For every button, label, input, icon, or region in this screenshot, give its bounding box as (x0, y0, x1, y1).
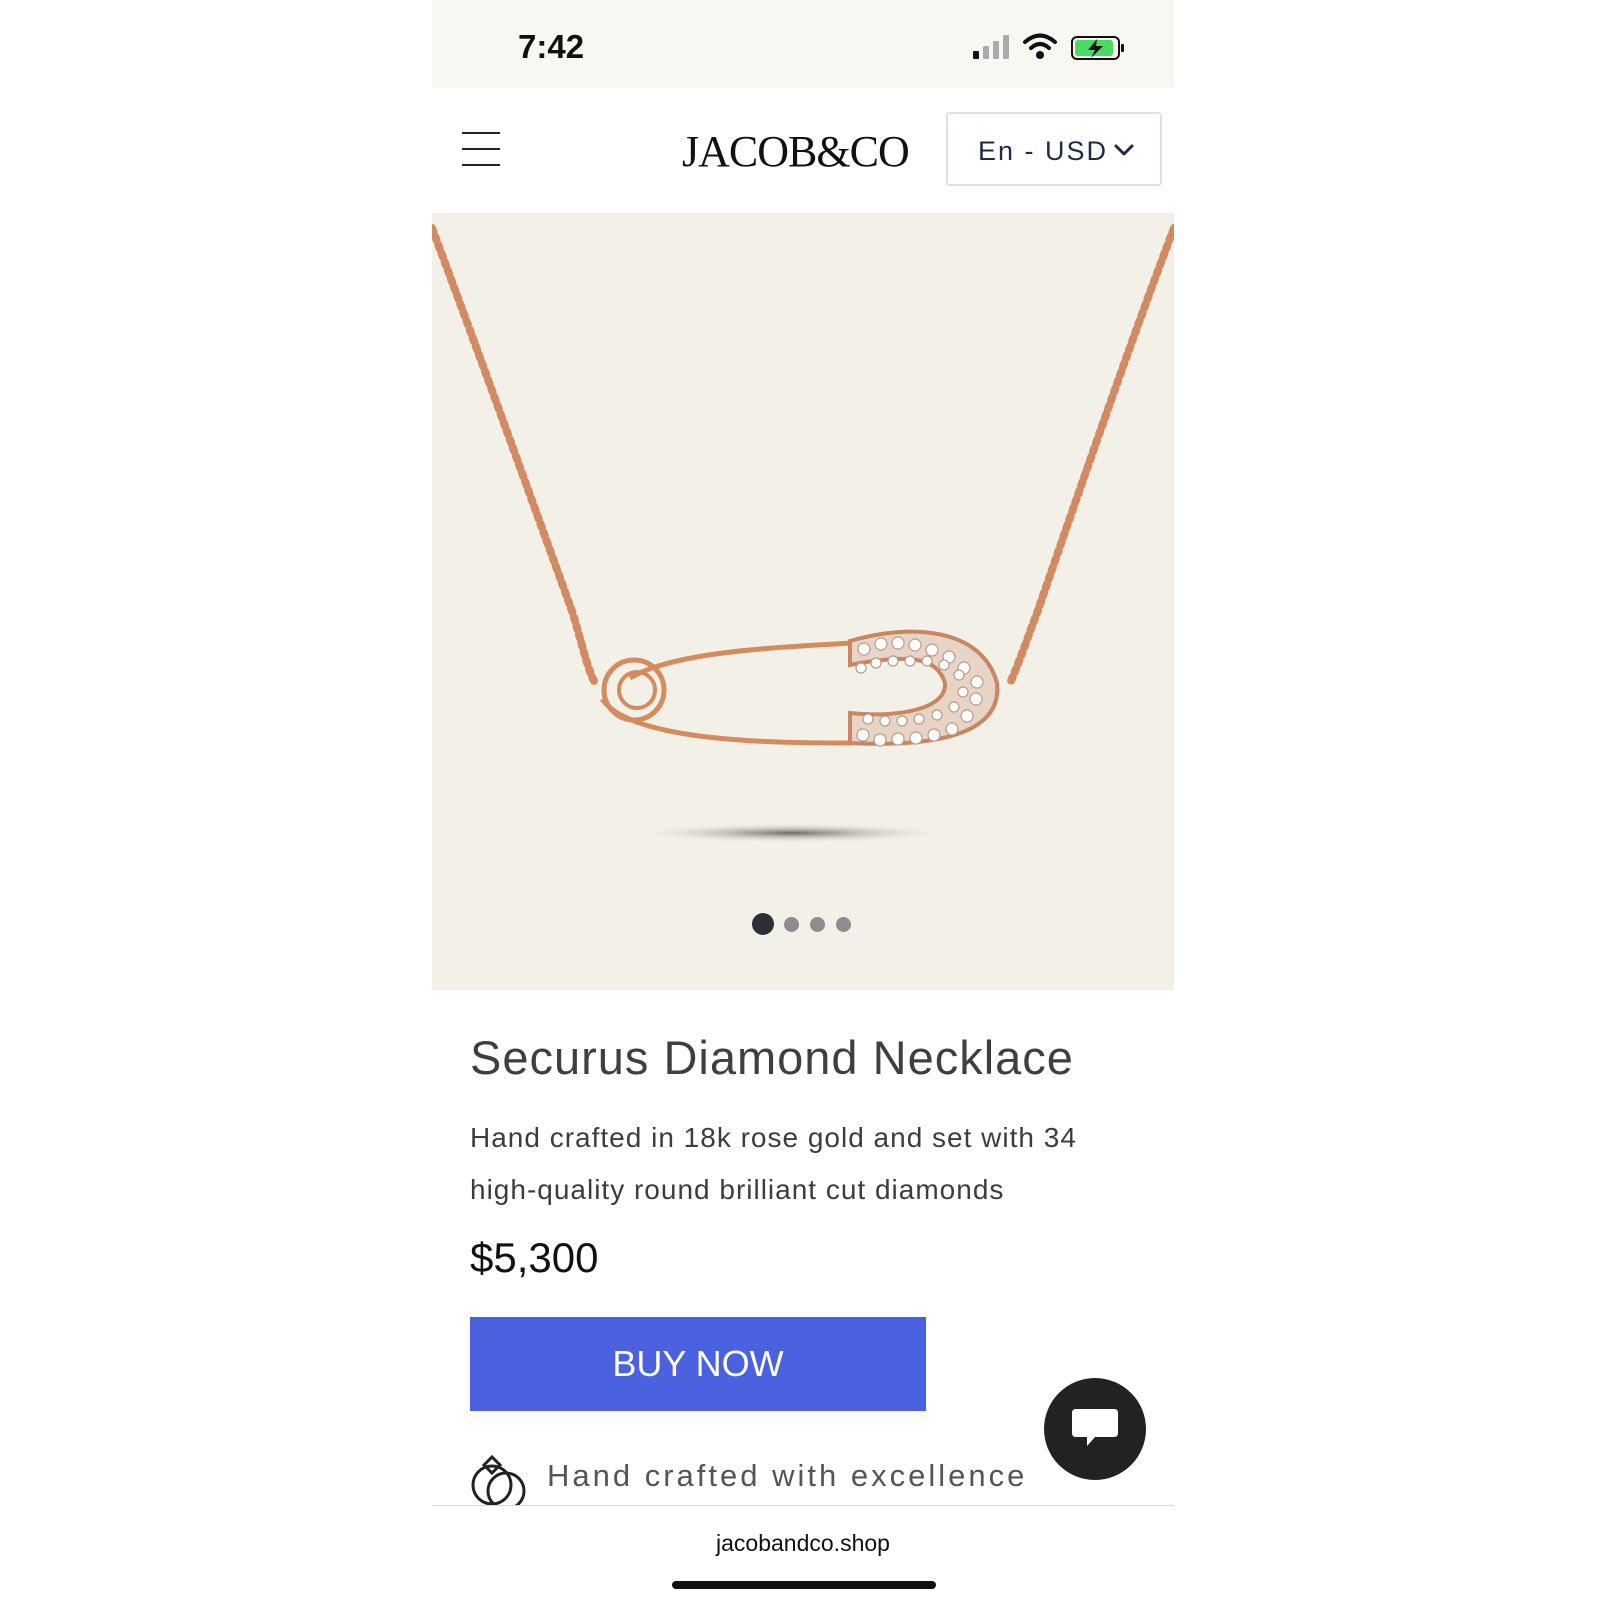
product-title: Securus Diamond Necklace (470, 1031, 1074, 1084)
carousel-dot-active[interactable] (752, 913, 774, 935)
product-image-carousel[interactable] (432, 213, 1174, 990)
buy-now-button[interactable]: BUY NOW (470, 1317, 926, 1411)
product-description: Hand crafted in 18k rose gold and set wi… (470, 1122, 1077, 1205)
menu-icon-line (462, 164, 500, 166)
home-indicator[interactable] (672, 1581, 936, 1589)
carousel-dot[interactable] (784, 917, 799, 932)
locale-label: En - USD (978, 136, 1109, 166)
browser-url-bar: jacobandco.shop (432, 1505, 1174, 1600)
product-image (432, 224, 1174, 843)
brand-logo[interactable]: JACOB&CO (682, 126, 910, 177)
wifi-icon (1023, 33, 1057, 59)
chat-button[interactable] (1044, 1378, 1146, 1480)
browser-domain[interactable]: jacobandco.shop (432, 1530, 1174, 1557)
site-header: JACOB&CO En - USD (432, 88, 1174, 213)
menu-icon-line (462, 148, 500, 150)
status-bar: 7:42 (432, 0, 1174, 88)
menu-button[interactable] (462, 132, 500, 166)
feature-text: Hand crafted with excellence (547, 1458, 1028, 1493)
chevron-down-icon (1114, 144, 1134, 156)
cellular-signal-icon (973, 35, 1009, 59)
locale-currency-selector[interactable]: En - USD (946, 112, 1162, 186)
battery-charging-icon (1071, 36, 1124, 60)
menu-icon-line (462, 132, 500, 134)
rings-icon (471, 1454, 526, 1511)
status-time: 7:42 (518, 28, 585, 65)
mobile-screen: 7:42 JACOB&CO En - USD Securus Diamond N… (432, 0, 1174, 1600)
chat-icon (1072, 1409, 1118, 1446)
product-price: $5,300 (470, 1234, 599, 1281)
carousel-dot[interactable] (836, 917, 851, 932)
carousel-dot[interactable] (810, 917, 825, 932)
